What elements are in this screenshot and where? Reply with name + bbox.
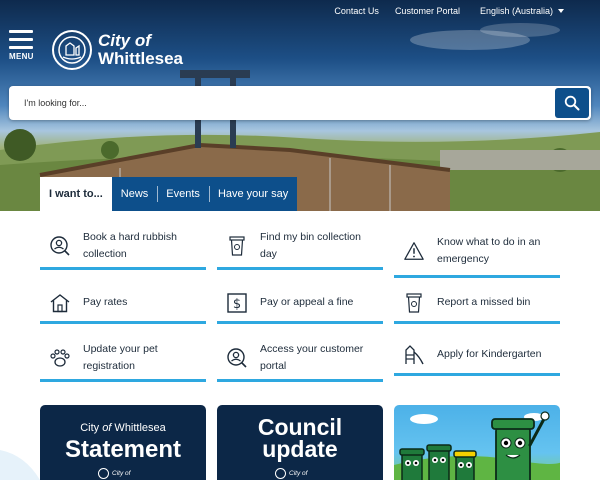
council-seal-icon <box>275 468 286 479</box>
card-bin-characters[interactable] <box>394 405 560 480</box>
card-logo-text: City of <box>289 470 308 477</box>
quick-link-label-line1: Update your pet <box>83 343 158 356</box>
hero-banner: Contact Us Customer Portal English (Aust… <box>0 0 600 211</box>
quick-link-missed-bin[interactable]: Report a missed bin <box>394 284 560 324</box>
quick-link-label: Update your pet registration <box>83 341 158 374</box>
quick-link-label: Pay or appeal a fine <box>260 296 354 309</box>
quick-link-label-line2: registration <box>83 359 135 372</box>
quick-link-label: Find my bin collection day <box>260 229 361 262</box>
council-seal-icon <box>52 30 92 70</box>
search-icon <box>564 95 580 111</box>
quick-link-label-line2: emergency <box>437 252 489 265</box>
hero-tabs: I want to... News Events Have your say <box>40 177 298 211</box>
quick-link-label-line2: day <box>260 247 277 260</box>
paw-icon <box>49 347 71 369</box>
quick-link-label-line2: portal <box>260 359 287 372</box>
card-logo: City of <box>275 468 307 479</box>
quick-link-label-line1: Know what to do in an <box>437 236 541 249</box>
warning-icon <box>403 240 425 262</box>
logo-line-1: City of <box>98 31 151 51</box>
quick-link-pay-fine[interactable]: $ Pay or appeal a fine <box>217 284 383 324</box>
card-logo: City of <box>98 468 130 479</box>
card-title-line2: update <box>262 436 338 462</box>
quick-link-pay-rates[interactable]: Pay rates <box>40 284 206 324</box>
search-button[interactable] <box>555 88 589 118</box>
card-kicker-city: City <box>80 422 103 434</box>
language-label: English (Australia) <box>479 6 553 16</box>
council-seal-icon <box>98 468 109 479</box>
hamburger-icon <box>9 46 33 49</box>
customer-portal-link[interactable]: Customer Portal <box>395 6 460 16</box>
card-city-statement[interactable]: City of Whittlesea Statement City of <box>40 405 206 480</box>
chevron-down-icon <box>558 9 564 13</box>
menu-button[interactable]: MENU <box>9 30 35 62</box>
tab-news[interactable]: News <box>111 177 158 211</box>
menu-label: MENU <box>9 52 34 61</box>
bin-icon <box>226 235 248 257</box>
quick-link-label-line1: Book a hard rubbish <box>83 231 177 244</box>
decorative-swoosh <box>0 450 40 480</box>
quick-links-grid: Book a hard rubbish collection Find my b… <box>40 218 560 388</box>
quick-link-pet-registration[interactable]: Update your pet registration <box>40 336 206 382</box>
quick-link-customer-portal[interactable]: Access your customer portal <box>217 336 383 382</box>
quick-link-label: Pay rates <box>83 296 128 309</box>
tab-have-your-say[interactable]: Have your say <box>208 177 298 211</box>
site-logo[interactable]: City of Whittlesea <box>52 30 183 70</box>
quick-link-label: Access your customer portal <box>260 341 363 374</box>
contact-us-link[interactable]: Contact Us <box>334 6 379 16</box>
logo-wordmark: City of Whittlesea <box>98 32 183 68</box>
playground-icon <box>403 344 425 366</box>
utility-nav: Contact Us Customer Portal English (Aust… <box>318 0 600 22</box>
quick-link-label: Book a hard rubbish collection <box>83 229 177 262</box>
search-input[interactable] <box>9 86 555 120</box>
house-icon <box>49 292 71 314</box>
logo-line-2: Whittlesea <box>98 49 184 68</box>
search-bar <box>9 86 591 120</box>
card-council-update[interactable]: Council update City of <box>217 405 383 480</box>
person-search-icon <box>226 347 248 369</box>
quick-link-label: Apply for Kindergarten <box>437 348 542 361</box>
tab-i-want-to[interactable]: I want to... <box>40 177 112 211</box>
quick-link-label: Know what to do in an emergency <box>437 234 540 267</box>
quick-link-label-line1: Find my bin collection <box>260 231 361 244</box>
hamburger-icon <box>9 30 33 33</box>
quick-link-label: Report a missed bin <box>437 296 531 309</box>
bin-icon <box>403 292 425 314</box>
tab-events[interactable]: Events <box>157 177 209 211</box>
card-logo-text: City of <box>112 470 131 477</box>
quick-link-label-line1: Access your customer <box>260 343 364 356</box>
quick-link-kindergarten[interactable]: Apply for Kindergarten <box>394 336 560 376</box>
language-selector[interactable]: English (Australia) <box>480 6 564 16</box>
person-search-icon <box>49 235 71 257</box>
dollar-icon: $ <box>226 292 248 314</box>
quick-link-emergency[interactable]: Know what to do in an emergency <box>394 226 560 278</box>
card-kicker: City of Whittlesea <box>40 422 206 434</box>
hamburger-icon <box>9 38 33 41</box>
quick-link-label-line2: collection <box>83 247 127 260</box>
card-title: Statement <box>64 436 182 463</box>
bin-characters-illustration <box>394 411 560 480</box>
svg-text:$: $ <box>233 297 241 312</box>
card-kicker-of: of <box>102 422 112 434</box>
card-kicker-name: Whittlesea <box>111 422 166 434</box>
quick-link-bin-day[interactable]: Find my bin collection day <box>217 224 383 270</box>
quick-link-hard-rubbish[interactable]: Book a hard rubbish collection <box>40 224 206 270</box>
